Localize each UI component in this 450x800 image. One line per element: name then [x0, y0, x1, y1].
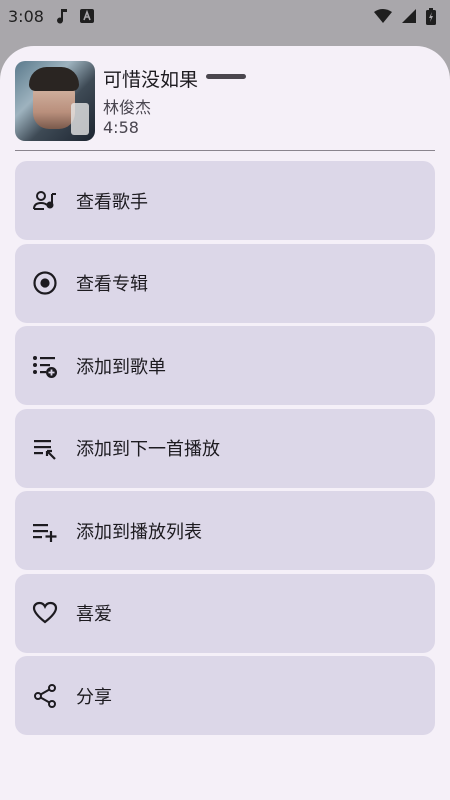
- artist-icon: [31, 187, 59, 215]
- divider: [15, 150, 435, 151]
- menu-label: 查看歌手: [76, 191, 148, 213]
- menu-label: 喜爱: [76, 604, 112, 625]
- playlist-add-icon: [31, 352, 59, 380]
- menu-item-add-to-playlist[interactable]: 添加到歌单: [15, 326, 435, 405]
- menu-label: 添加到歌单: [76, 356, 166, 378]
- cover-badge: [71, 103, 89, 135]
- cover-hair: [29, 67, 79, 91]
- status-time: 3:08: [8, 6, 44, 26]
- battery-icon: [426, 7, 436, 25]
- menu-item-add-to-queue[interactable]: 添加到播放列表: [15, 491, 435, 570]
- status-left: 3:08: [8, 7, 94, 26]
- status-bar: 3:08: [0, 0, 450, 32]
- menu-label: 添加到播放列表: [76, 521, 202, 543]
- menu-label: 分享: [76, 686, 112, 708]
- menu-item-share[interactable]: 分享: [15, 656, 435, 735]
- play-next-icon: [31, 434, 59, 462]
- signal-icon: [402, 9, 416, 23]
- menu-item-view-artist[interactable]: 查看歌手: [15, 161, 435, 240]
- music-note-icon: [56, 8, 68, 24]
- status-right: [374, 7, 436, 25]
- song-title: 可惜没如果: [103, 69, 199, 91]
- menu-label: 添加到下一首播放: [76, 439, 220, 460]
- a-app-icon: [79, 9, 94, 23]
- song-header: 可惜没如果 林俊杰 4:58: [15, 61, 435, 141]
- song-duration: 4:58: [103, 118, 139, 137]
- heart-icon: [31, 599, 59, 627]
- wifi-icon: [374, 9, 392, 23]
- menu-item-view-album[interactable]: 查看专辑: [15, 243, 435, 323]
- song-artist: 林俊杰: [103, 98, 152, 117]
- album-icon: [31, 269, 59, 297]
- queue-add-icon: [31, 517, 59, 545]
- menu-label: 查看专辑: [76, 274, 148, 295]
- menu-item-favorite[interactable]: 喜爱: [15, 573, 435, 653]
- menu-item-play-next[interactable]: 添加到下一首播放: [15, 408, 435, 488]
- album-cover: [15, 61, 95, 141]
- share-icon: [31, 682, 59, 710]
- action-menu: 查看歌手 查看专辑 添加到歌单 添加到下一首播放 添加到播放列表 喜爱 分享: [15, 161, 435, 739]
